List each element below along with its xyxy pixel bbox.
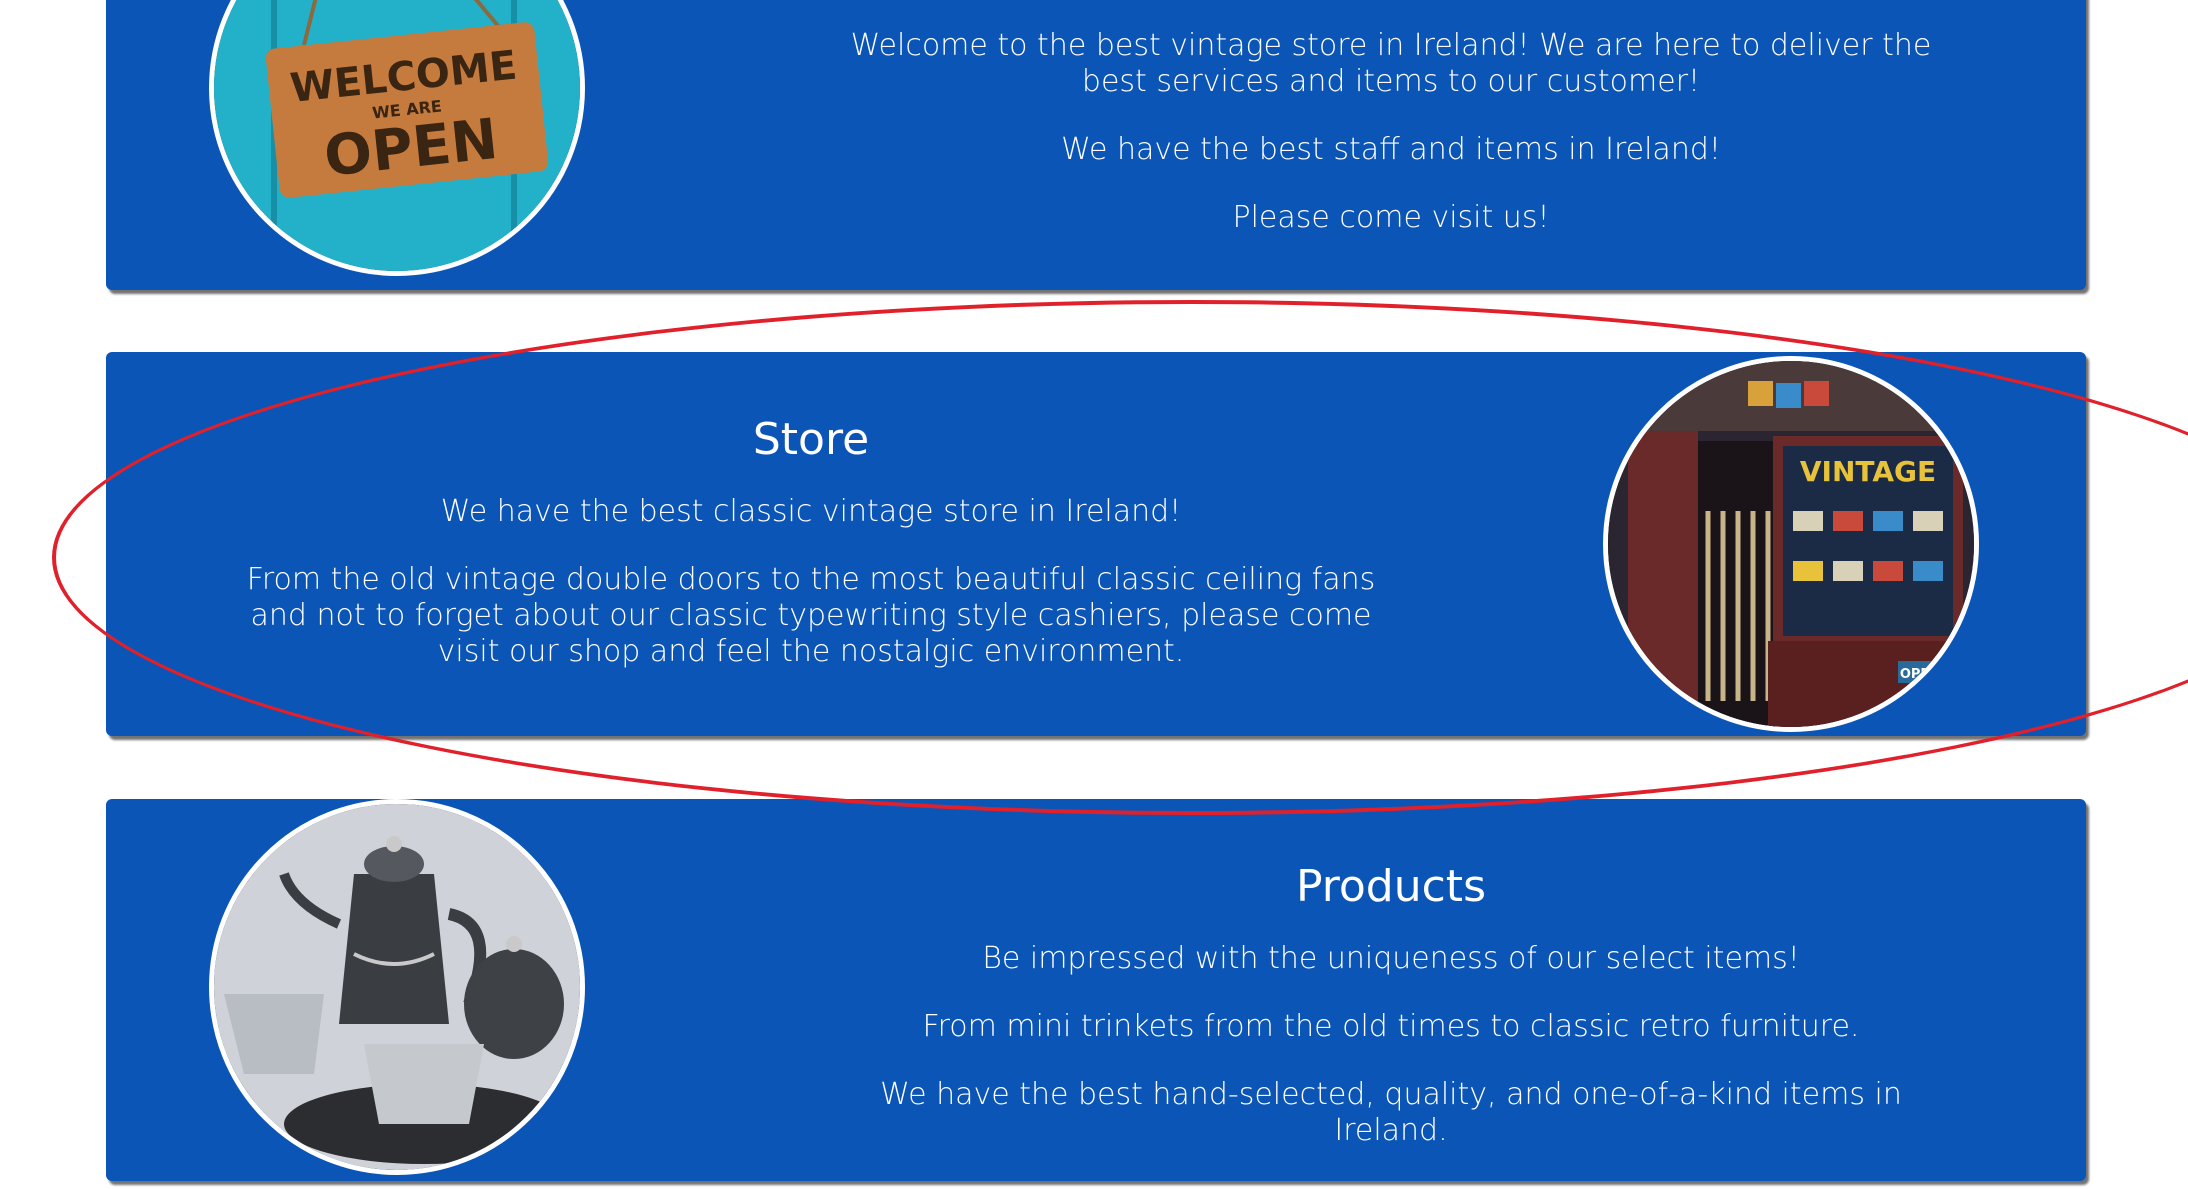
- store-card: Store We have the best classic vintage s…: [106, 352, 2086, 736]
- about-text: Welcome to the best vintage store in Ire…: [826, 28, 1956, 268]
- about-paragraph: Welcome to the best vintage store in Ire…: [850, 28, 1932, 99]
- products-title: Products: [1296, 861, 1486, 912]
- storefront-sign: VINTAGE: [1800, 455, 1936, 488]
- vintage-storefront-image: VINTAGE OPEN: [1603, 356, 1979, 732]
- welcome-open-sign-image: WELCOME WE ARE OPEN: [209, 0, 585, 276]
- products-paragraph: From mini trinkets from the old times to…: [922, 1009, 1860, 1044]
- store-title: Store: [752, 414, 870, 465]
- tea-set-image: [209, 799, 585, 1175]
- storefront-open-tag: OPEN: [1900, 667, 1940, 682]
- about-card: WELCOME WE ARE OPEN Welcome to the best …: [106, 0, 2086, 290]
- products-card: Products Be impressed with the uniquenes…: [106, 799, 2086, 1181]
- about-paragraph: Please come visit us!: [1232, 200, 1550, 235]
- store-paragraph: From the old vintage double doors to the…: [246, 562, 1376, 669]
- about-paragraph: We have the best staff and items in Irel…: [1061, 132, 1721, 167]
- store-paragraph: We have the best classic vintage store i…: [440, 494, 1182, 529]
- products-text: Products Be impressed with the uniquenes…: [826, 861, 1956, 1181]
- store-text: Store We have the best classic vintage s…: [236, 414, 1386, 702]
- page: WELCOME WE ARE OPEN Welcome to the best …: [0, 0, 2188, 1189]
- products-paragraph: Be impressed with the uniqueness of our …: [982, 941, 1800, 976]
- products-paragraph: We have the best hand-selected, quality,…: [880, 1077, 1902, 1148]
